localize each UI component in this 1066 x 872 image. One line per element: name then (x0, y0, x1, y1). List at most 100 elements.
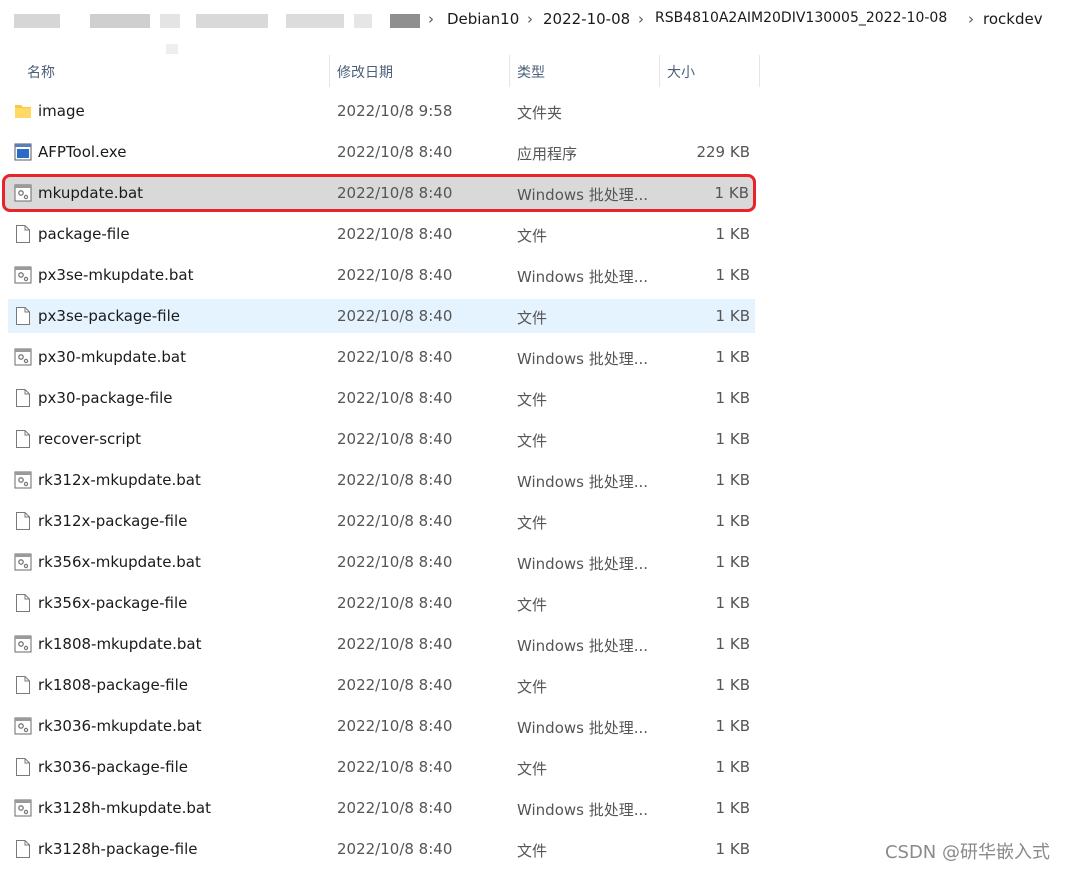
file-row[interactable]: rk1808-package-file 2022/10/8 8:40 文件 1 KB (8, 668, 755, 702)
breadcrumb-item-debian10[interactable]: Debian10 (447, 10, 519, 28)
file-size: 1 KB (715, 717, 750, 735)
blurred-path-segment (166, 44, 178, 54)
breadcrumb-separator: › (968, 10, 974, 28)
file-row[interactable]: rk356x-package-file 2022/10/8 8:40 文件 1 KB (8, 586, 755, 620)
file-modified-date: 2022/10/8 8:40 (337, 840, 453, 858)
file-row[interactable]: image 2022/10/8 9:58 文件夹 (8, 94, 755, 128)
file-size: 1 KB (715, 389, 750, 407)
file-modified-date: 2022/10/8 8:40 (337, 184, 453, 202)
file-icon (14, 675, 32, 695)
file-icon (14, 388, 32, 408)
file-size: 1 KB (715, 225, 750, 243)
file-name: AFPTool.exe (38, 143, 127, 161)
file-size: 1 KB (715, 307, 750, 325)
file-modified-date: 2022/10/8 8:40 (337, 430, 453, 448)
file-modified-date: 2022/10/8 8:40 (337, 676, 453, 694)
column-divider[interactable] (509, 55, 510, 87)
file-modified-date: 2022/10/8 8:40 (337, 635, 453, 653)
file-name: px3se-mkupdate.bat (38, 266, 194, 284)
column-divider[interactable] (329, 55, 330, 87)
file-type: Windows 批处理... (517, 186, 649, 204)
exe-icon (14, 142, 32, 162)
file-name: px30-package-file (38, 389, 173, 407)
file-row[interactable]: AFPTool.exe 2022/10/8 8:40 应用程序 229 KB (8, 135, 755, 169)
file-name: rk3036-mkupdate.bat (38, 717, 202, 735)
file-size: 1 KB (715, 430, 750, 448)
file-size: 1 KB (715, 553, 750, 571)
breadcrumb-separator: › (527, 10, 533, 28)
file-modified-date: 2022/10/8 8:40 (337, 266, 453, 284)
file-row[interactable]: mkupdate.bat 2022/10/8 8:40 Windows 批处理...… (2, 174, 756, 212)
breadcrumb-item-rockdev[interactable]: rockdev (983, 10, 1043, 28)
folder-icon (14, 101, 32, 121)
file-icon (14, 511, 32, 531)
file-type: 文件 (517, 391, 548, 409)
file-size: 1 KB (715, 471, 750, 489)
file-modified-date: 2022/10/8 8:40 (337, 758, 453, 776)
file-icon (14, 429, 32, 449)
file-size: 1 KB (715, 799, 750, 817)
file-size: 1 KB (715, 348, 750, 366)
file-row[interactable]: px3se-package-file 2022/10/8 8:40 文件 1 KB (8, 299, 755, 333)
file-size: 229 KB (696, 143, 750, 161)
column-header-name[interactable]: 名称 (27, 62, 55, 82)
file-name: rk312x-mkupdate.bat (38, 471, 201, 489)
breadcrumb-separator: › (638, 10, 644, 28)
file-size: 1 KB (715, 840, 750, 858)
file-type: 文件 (517, 842, 548, 860)
breadcrumb-item-rsb4810[interactable]: RSB4810A2AIM20DIV130005_2022-10-08 (655, 10, 947, 26)
file-row[interactable]: px30-package-file 2022/10/8 8:40 文件 1 KB (8, 381, 755, 415)
file-modified-date: 2022/10/8 8:40 (337, 348, 453, 366)
file-row[interactable]: rk312x-mkupdate.bat 2022/10/8 8:40 Windows… (8, 463, 755, 497)
file-name: px3se-package-file (38, 307, 180, 325)
blurred-path-segment (354, 14, 372, 28)
file-size: 1 KB (715, 676, 750, 694)
batch-file-icon (14, 347, 32, 367)
file-row[interactable]: rk1808-mkupdate.bat 2022/10/8 8:40 Windows… (8, 627, 755, 661)
batch-file-icon (14, 470, 32, 490)
column-header-date[interactable]: 修改日期 (337, 62, 393, 82)
file-icon (14, 593, 32, 613)
breadcrumb-item-date[interactable]: 2022-10-08 (543, 10, 630, 28)
file-type: 应用程序 (517, 145, 578, 163)
file-type: 文件 (517, 678, 548, 696)
file-size: 1 KB (715, 266, 750, 284)
blurred-path-segment (286, 14, 344, 28)
file-modified-date: 2022/10/8 8:40 (337, 389, 453, 407)
file-row[interactable]: px30-mkupdate.bat 2022/10/8 8:40 Windows 批… (8, 340, 755, 374)
file-size: 1 KB (715, 635, 750, 653)
watermark: CSDN @研华嵌入式 (884, 842, 1050, 863)
file-icon (14, 757, 32, 777)
file-row[interactable]: rk3036-package-file 2022/10/8 8:40 文件 1 KB (8, 750, 755, 784)
file-type: Windows 批处理... (517, 350, 649, 368)
file-type: Windows 批处理... (517, 637, 649, 655)
file-size: 1 KB (715, 758, 750, 776)
file-row[interactable]: px3se-mkupdate.bat 2022/10/8 8:40 Windows … (8, 258, 755, 292)
file-row[interactable]: package-file 2022/10/8 8:40 文件 1 KB (8, 217, 755, 251)
file-row[interactable]: rk3036-mkupdate.bat 2022/10/8 8:40 Windows… (8, 709, 755, 743)
file-size: 1 KB (715, 594, 750, 612)
breadcrumb-separator: › (428, 10, 434, 28)
file-modified-date: 2022/10/8 8:40 (337, 225, 453, 243)
column-divider[interactable] (659, 55, 660, 87)
column-header-size[interactable]: 大小 (667, 62, 695, 82)
file-row[interactable]: rk356x-mkupdate.bat 2022/10/8 8:40 Windows… (8, 545, 755, 579)
file-row[interactable]: rk312x-package-file 2022/10/8 8:40 文件 1 KB (8, 504, 755, 538)
blurred-path-segment (160, 14, 180, 28)
file-name: rk3128h-mkupdate.bat (38, 799, 211, 817)
file-modified-date: 2022/10/8 8:40 (337, 717, 453, 735)
file-type: Windows 批处理... (517, 268, 649, 286)
file-type: Windows 批处理... (517, 801, 649, 819)
file-name: rk1808-mkupdate.bat (38, 635, 202, 653)
file-name: package-file (38, 225, 130, 243)
file-name: rk312x-package-file (38, 512, 188, 530)
breadcrumb: › Debian10 › 2022-10-08 › RSB4810A2AIM20… (0, 0, 1066, 54)
blurred-path-segment (14, 14, 60, 28)
column-divider[interactable] (759, 55, 760, 87)
file-row[interactable]: recover-script 2022/10/8 8:40 文件 1 KB (8, 422, 755, 456)
column-header-type[interactable]: 类型 (517, 62, 545, 82)
file-row[interactable]: rk3128h-package-file 2022/10/8 8:40 文件 1 KB (8, 832, 755, 866)
file-modified-date: 2022/10/8 8:40 (337, 799, 453, 817)
file-icon (14, 224, 32, 244)
file-row[interactable]: rk3128h-mkupdate.bat 2022/10/8 8:40 Window… (8, 791, 755, 825)
